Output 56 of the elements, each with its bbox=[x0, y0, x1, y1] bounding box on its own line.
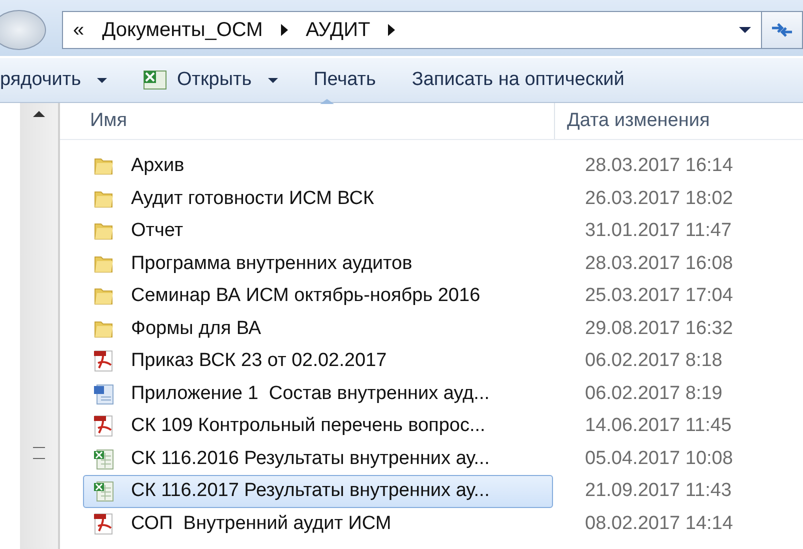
date-modified: 26.03.2017 18:02 bbox=[585, 188, 733, 210]
file-name: СОП Внутренний аудит ИСМ bbox=[131, 512, 392, 535]
date-modified: 31.01.2017 11:47 bbox=[585, 220, 732, 242]
scrollbar[interactable] bbox=[20, 103, 60, 549]
word-file-icon bbox=[93, 382, 115, 405]
file-name: СК 109 Контрольный перечень вопрос... bbox=[131, 415, 486, 438]
file-name: СК 116.2017 Результаты внутренних ау... bbox=[131, 480, 490, 502]
file-name: Аудит готовности ИСМ ВСК bbox=[131, 188, 374, 210]
folder-icon bbox=[93, 286, 115, 306]
chevron-icon[interactable] bbox=[280, 24, 288, 36]
pdf-file-icon bbox=[93, 350, 115, 372]
file-name: Семинар ВА ИСМ октябрь-ноябрь 2016 bbox=[131, 285, 480, 308]
date-modified: 05.04.2017 10:08 bbox=[585, 448, 733, 470]
spreadsheet-file-icon bbox=[93, 448, 115, 470]
toolbar-button[interactable]: Записать на оптический bbox=[394, 65, 642, 95]
address-field[interactable]: « Документы_ОСМ АУДИТ bbox=[62, 11, 762, 49]
chevron-icon[interactable] bbox=[388, 24, 396, 36]
spreadsheet-icon bbox=[143, 70, 167, 90]
folder-icon bbox=[93, 188, 115, 209]
file-name: Архив bbox=[131, 155, 184, 178]
toolbar-button[interactable]: Печать bbox=[296, 65, 394, 95]
file-name: Приказ ВСК 23 от 02.02.2017 bbox=[131, 350, 387, 372]
date-modified: 06.02.2017 8:18 bbox=[585, 350, 722, 372]
date-modified: 28.03.2017 16:08 bbox=[585, 252, 733, 275]
date-modified: 06.02.2017 8:19 bbox=[585, 382, 722, 405]
pdf-file-icon bbox=[93, 512, 115, 535]
file-name: Программа внутренних аудитов bbox=[131, 252, 412, 275]
folder-icon bbox=[93, 254, 115, 274]
date-modified: 08.02.2017 14:14 bbox=[585, 512, 733, 535]
breadcrumb[interactable]: АУДИТ bbox=[306, 18, 370, 42]
file-name: СК 116.2016 Результаты внутренних ау... bbox=[131, 448, 490, 470]
date-modified: 29.08.2017 16:32 bbox=[585, 318, 733, 340]
sort-indicator-icon bbox=[320, 99, 334, 104]
dropdown-icon[interactable] bbox=[739, 27, 751, 33]
caret-icon[interactable] bbox=[268, 78, 278, 82]
date-modified: 25.03.2017 17:04 bbox=[585, 285, 733, 308]
toolbar-button[interactable]: Открыть bbox=[125, 65, 296, 95]
file-name: Отчет bbox=[131, 220, 184, 242]
file-name: Приложение 1 Состав внутренних ауд... bbox=[131, 382, 490, 405]
date-modified: 28.03.2017 16:14 bbox=[585, 155, 733, 178]
column-header[interactable]: Дата изменения bbox=[555, 110, 710, 132]
date-modified: 14.06.2017 11:45 bbox=[585, 415, 732, 438]
date-modified: 21.09.2017 11:43 bbox=[585, 480, 732, 502]
refresh-button[interactable] bbox=[762, 11, 803, 49]
refresh-icon bbox=[770, 21, 794, 39]
folder-icon bbox=[93, 156, 115, 176]
breadcrumb[interactable]: Документы_ОСМ bbox=[102, 18, 263, 42]
spreadsheet-file-icon bbox=[93, 480, 115, 502]
caret-icon[interactable] bbox=[97, 78, 107, 82]
folder-icon bbox=[93, 221, 115, 242]
pdf-file-icon bbox=[93, 415, 115, 438]
file-name: Формы для ВА bbox=[131, 318, 262, 340]
toolbar-button[interactable]: рядочить bbox=[0, 65, 125, 95]
folder-icon bbox=[93, 318, 115, 339]
column-header[interactable]: Имя bbox=[60, 103, 555, 139]
breadcrumb[interactable]: « bbox=[73, 18, 84, 42]
